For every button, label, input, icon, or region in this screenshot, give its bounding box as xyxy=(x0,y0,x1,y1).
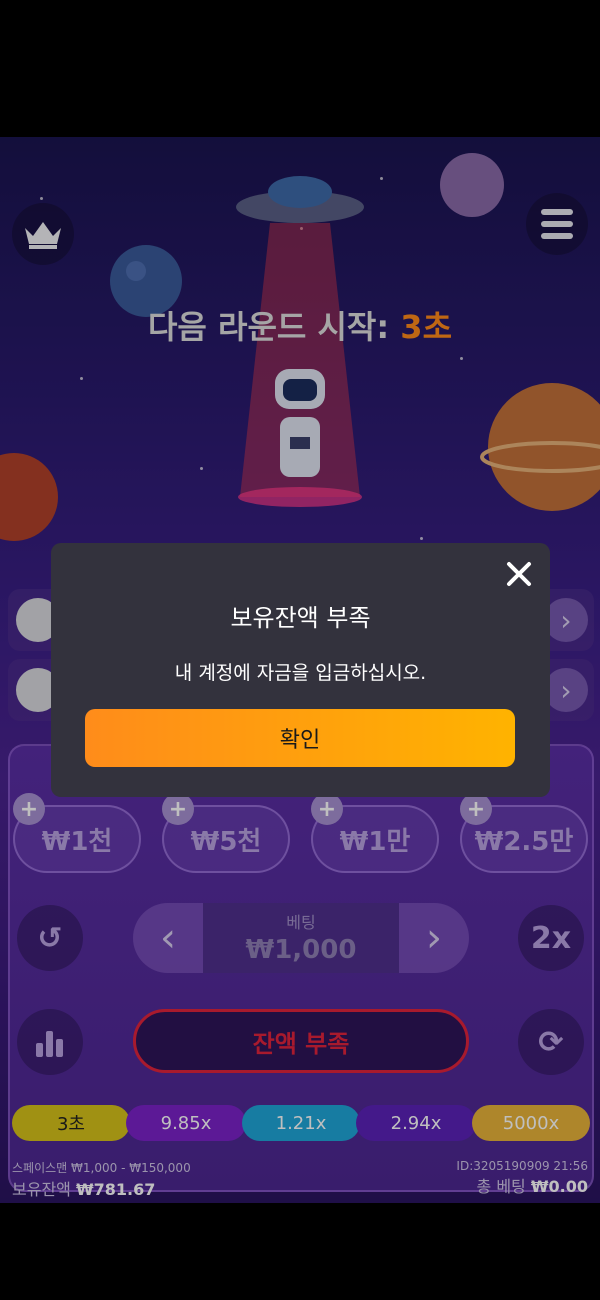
dialog-message: 내 계정에 자금을 입금하십시오. xyxy=(174,662,427,684)
screen: 다음 라운드 시작: 3초 › › + ₩1천 + ₩5천 + ₩1만 + ₩2… xyxy=(0,0,600,1300)
dialog-title: 보유잔액 부족 xyxy=(230,604,371,632)
confirm-button[interactable]: 확인 xyxy=(85,709,515,767)
close-icon[interactable] xyxy=(506,561,532,587)
insufficient-balance-dialog: 보유잔액 부족 내 계정에 자금을 입금하십시오. 확인 xyxy=(51,543,550,797)
